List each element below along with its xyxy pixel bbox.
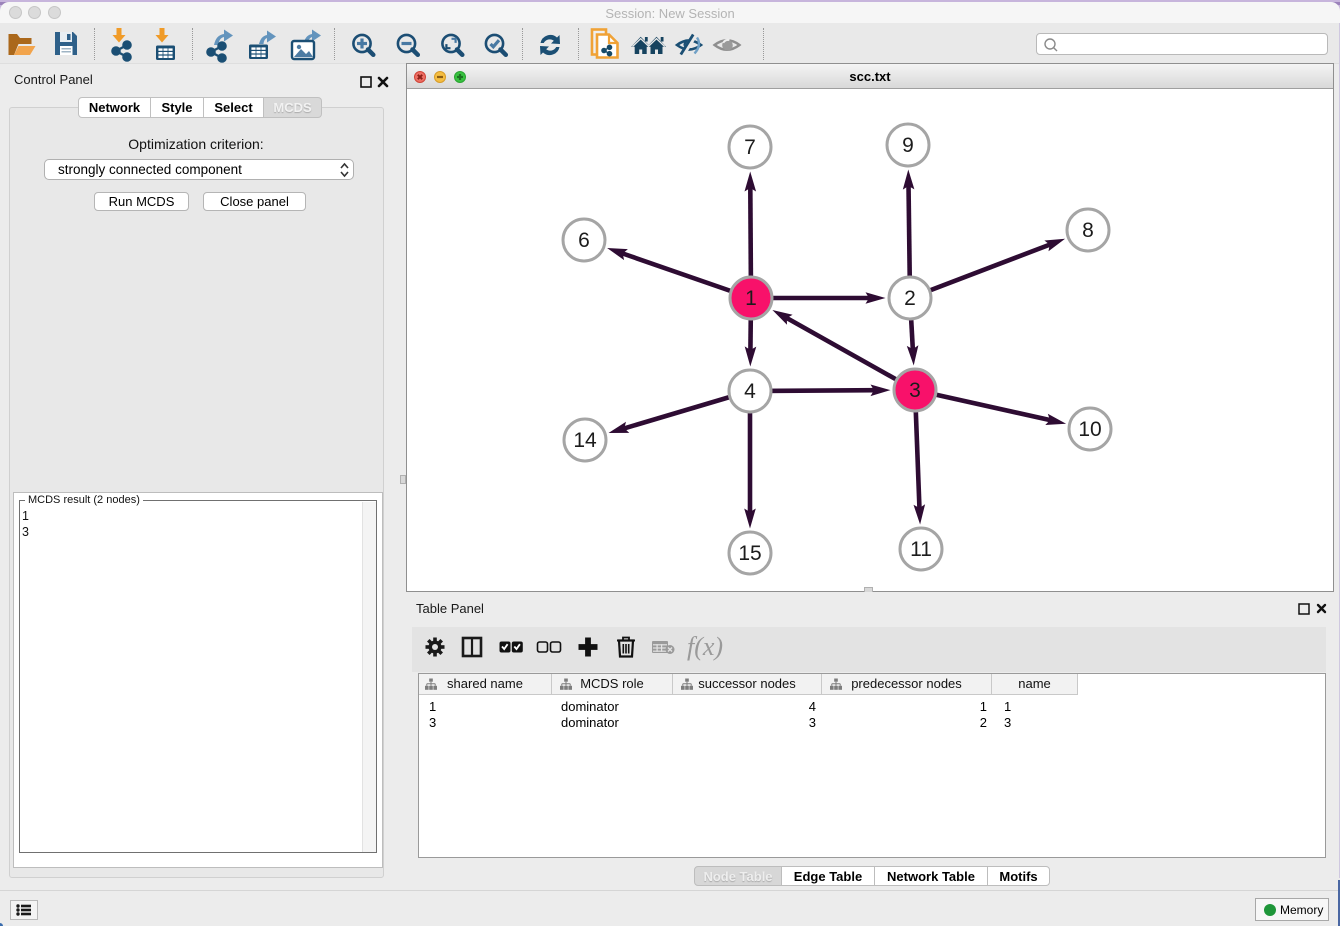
svg-text:2: 2 [904,287,916,310]
svg-text:11: 11 [910,538,932,561]
svg-text:10: 10 [1078,418,1101,441]
svg-text:1: 1 [745,287,757,310]
svg-text:8: 8 [1082,219,1094,242]
svg-text:4: 4 [744,380,756,403]
svg-text:7: 7 [744,136,756,159]
svg-text:9: 9 [902,134,914,157]
svg-text:14: 14 [573,429,597,452]
svg-text:6: 6 [578,229,590,252]
svg-text:f(x): f(x) [687,632,723,661]
svg-text:15: 15 [738,542,761,565]
svg-text:3: 3 [909,379,921,402]
